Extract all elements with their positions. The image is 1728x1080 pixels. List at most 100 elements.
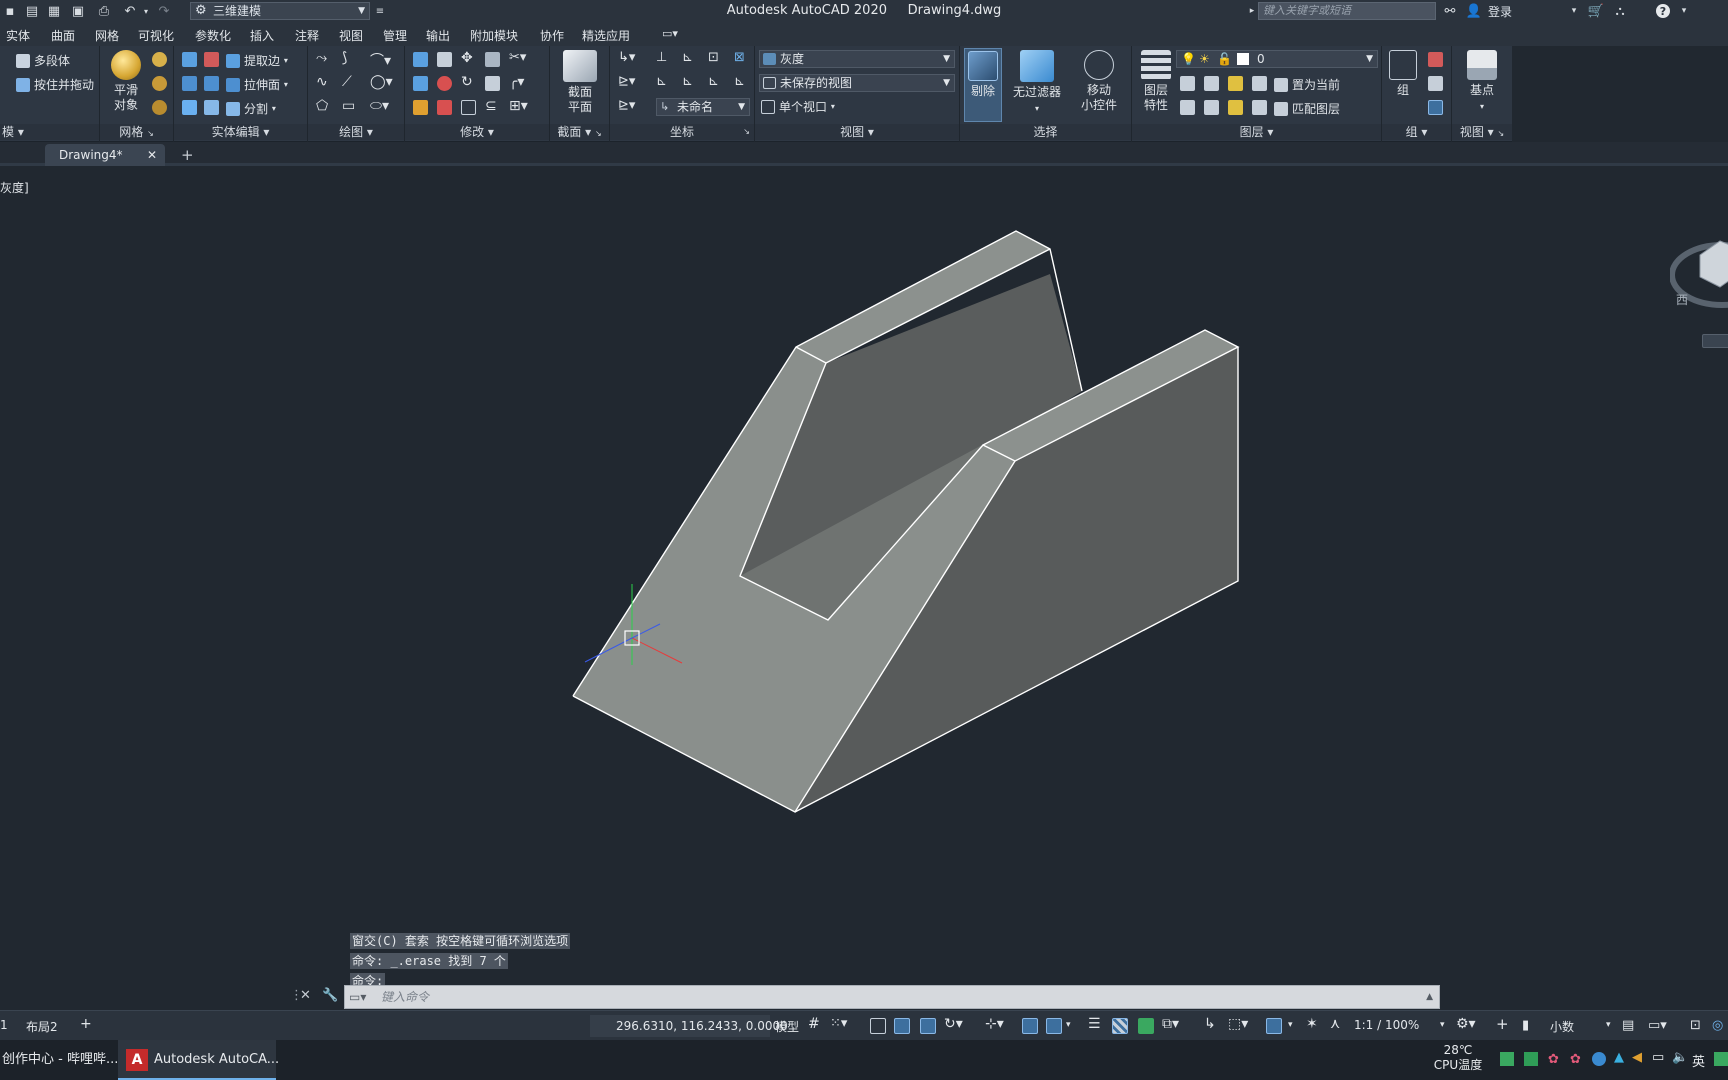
3d-scale-icon[interactable] [413, 76, 428, 91]
ucs-x-icon[interactable]: ⊾ [656, 74, 667, 89]
selection-filter-icon[interactable]: ⬚▾ [1228, 1016, 1248, 1032]
customize-icon[interactable]: ≡ [372, 3, 388, 19]
tray-volume-icon[interactable]: 🔈 [1672, 1050, 1688, 1065]
clean-screen-icon[interactable]: ▭▾ [1648, 1018, 1667, 1033]
circle-icon[interactable]: ◯▾ [370, 74, 393, 90]
panel-base-view-title[interactable]: 视图 ▾ ↘ [1452, 124, 1512, 140]
base-view-button[interactable]: 基点 ▾ [1458, 50, 1506, 114]
close-icon[interactable]: ✕ [300, 988, 311, 1003]
workspace-switch-icon[interactable]: ⚙▾ [1456, 1016, 1476, 1032]
tab-surface[interactable]: 曲面 [51, 27, 75, 44]
panel-groups-title[interactable]: 组 ▾ [1382, 124, 1451, 140]
command-input[interactable]: ▭▾ 键入命令 ▲ [344, 985, 1440, 1009]
lineweight-icon[interactable]: ☰ [1088, 1016, 1101, 1032]
open-icon[interactable]: ▦ [46, 3, 62, 19]
cpu-temp-widget[interactable]: 28℃ CPU温度 [1428, 1043, 1488, 1073]
file-tab-drawing4[interactable]: Drawing4* ✕ [45, 144, 165, 166]
taskbar-item-bilibili[interactable]: 创作中心 - 哔哩哔... [0, 1040, 118, 1080]
erase-icon[interactable] [413, 100, 428, 115]
rectangle-icon[interactable]: ▭ [342, 98, 355, 114]
units-value[interactable]: 小数 [1550, 1018, 1574, 1035]
viewport-config-button[interactable]: 单个视口 ▾ [761, 98, 835, 115]
ucs-zaxis-icon[interactable]: ⊵▾ [618, 98, 635, 113]
polygon-icon[interactable]: ⬠ [316, 98, 328, 114]
layer-unlock-icon[interactable] [1252, 100, 1267, 115]
extrude-faces-button[interactable]: 拉伸面 ▾ [226, 76, 288, 93]
group-selection-icon[interactable] [1428, 100, 1443, 115]
line-icon[interactable]: ⟋ [342, 74, 352, 90]
undo-icon[interactable]: ↶ [122, 3, 138, 19]
object-snap-icon[interactable] [1046, 1018, 1062, 1034]
layer-properties-button[interactable]: 图层 特性 [1136, 50, 1176, 113]
binoculars-icon[interactable]: ⚯ [1442, 3, 1458, 19]
tray-monitor-icon[interactable]: ▭ [1652, 1050, 1664, 1065]
interfere-icon[interactable] [204, 52, 219, 67]
layout-tab-1[interactable]: 1 [0, 1018, 8, 1032]
rect-array-icon[interactable]: ⊞▾ [509, 98, 528, 114]
tray-ime-indicator[interactable]: 英 [1692, 1051, 1705, 1070]
layer-lock-tool-icon[interactable] [1252, 76, 1267, 91]
chevron-down-icon[interactable]: ▾ [1066, 1020, 1071, 1030]
extract-edges-button[interactable]: 提取边 ▾ [226, 52, 288, 69]
layer-thaw-icon[interactable] [1228, 100, 1243, 115]
separate-button[interactable]: 分割 ▾ [226, 100, 276, 117]
object-snap-tracking-icon[interactable] [1022, 1018, 1038, 1034]
panel-mesh-title[interactable]: 网格 ↘ [100, 124, 173, 140]
make-current-button[interactable]: 置为当前 [1274, 76, 1340, 93]
tab-featured-apps[interactable]: 精选应用 [582, 27, 630, 44]
panel-solid-editing-title[interactable]: 实体编辑 ▾ [174, 124, 307, 140]
tray-flower-icon[interactable]: ✿ [1548, 1052, 1559, 1067]
helix-icon[interactable]: ⟆ [342, 50, 347, 66]
auto-scale-icon[interactable]: ⋏ [1330, 1016, 1340, 1032]
tray-nvidia-icon[interactable] [1500, 1052, 1514, 1066]
cart-icon[interactable]: 🛒 [1588, 3, 1604, 19]
match-layer-button[interactable]: 匹配图层 [1274, 100, 1340, 117]
group-button[interactable]: 组 [1386, 50, 1420, 98]
panel-modeling-title[interactable]: 模 ▾ [0, 124, 99, 140]
hardware-accel-icon[interactable]: ⊡ [1690, 1018, 1701, 1033]
chevron-down-icon[interactable]: ▾ [1440, 1020, 1445, 1030]
panel-draw-title[interactable]: 绘图 ▾ [308, 124, 404, 140]
polyline-icon[interactable]: ⤳ [316, 50, 327, 66]
array-icon[interactable] [485, 52, 500, 67]
undo-dropdown-icon[interactable]: ▾ [138, 3, 154, 19]
ucs-3point-icon[interactable]: ⊾ [734, 74, 745, 89]
tab-insert[interactable]: 插入 [250, 27, 274, 44]
model-space-button[interactable]: 模型 [775, 1018, 799, 1035]
chevron-down-icon[interactable]: ▾ [1606, 1020, 1611, 1030]
ucs-view-icon[interactable]: ⊡ [708, 50, 719, 65]
selection-cycling-icon[interactable] [1138, 1018, 1154, 1034]
tray-app-icon[interactable]: ✿ [1570, 1052, 1581, 1067]
ucs-z-icon[interactable]: ⊾ [708, 74, 719, 89]
tab-solid[interactable]: 实体 [6, 27, 30, 44]
intersect-icon[interactable] [182, 100, 197, 115]
drawing-viewport[interactable]: 灰度] 西 窗交(C) 套索 按空格键可循环浏览选项 命令: _.erase 找… [0, 169, 1728, 999]
visual-style-combo[interactable]: 灰度 ▼ [759, 50, 955, 68]
tab-output[interactable]: 输出 [426, 27, 450, 44]
snap-icon[interactable]: ⁙▾ [830, 1016, 847, 1031]
presspull-button[interactable]: 按住并拖动 [16, 76, 94, 93]
ribbon-minimize-icon[interactable]: ▭▾ [662, 27, 678, 40]
chevron-up-icon[interactable]: ▲ [1426, 986, 1433, 1008]
panel-selection-title[interactable]: 选择 [960, 124, 1131, 140]
panel-coordinates-title[interactable]: 坐标 ↘ [610, 124, 754, 140]
panel-layers-title[interactable]: 图层 ▾ [1132, 124, 1381, 140]
section-plane-button[interactable]: 截面 平面 [558, 50, 602, 115]
group-edit-icon[interactable] [1428, 76, 1443, 91]
grid-icon[interactable]: # [808, 1016, 820, 1032]
gizmo-toggle-icon[interactable] [1266, 1018, 1282, 1034]
ungroup-icon[interactable] [1428, 52, 1443, 67]
infer-constraints-icon[interactable] [870, 1018, 886, 1034]
ucs-icon[interactable]: ↳▾ [618, 50, 635, 65]
ucs-origin-icon[interactable]: ⊾ [682, 50, 693, 65]
user-icon[interactable]: 👤 [1466, 3, 1482, 19]
panel-modify-title[interactable]: 修改 ▾ [405, 124, 549, 140]
transparency-icon[interactable] [1112, 1018, 1128, 1034]
ucs-y-icon[interactable]: ⊾ [682, 74, 693, 89]
tab-collaborate[interactable]: 协作 [540, 27, 564, 44]
smooth-object-button[interactable]: 平滑 对象 [106, 50, 146, 113]
offset-icon[interactable]: ⊆ [485, 98, 497, 114]
tray-autodesk-icon[interactable]: ▲ [1614, 1050, 1624, 1065]
chevron-down-icon[interactable]: ▾ [1566, 3, 1582, 19]
new-tab-button[interactable]: + [181, 146, 194, 164]
